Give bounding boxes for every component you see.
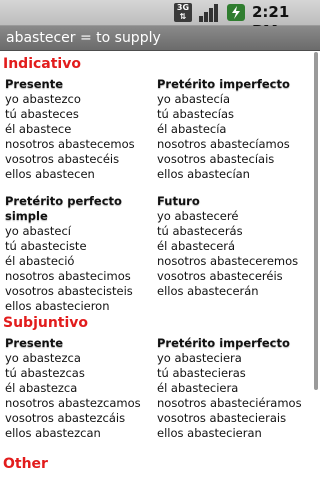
verb-form: nosotros abasteciéramos [157, 396, 302, 410]
verb-form: tú abastecieras [157, 366, 246, 380]
tense-title: Pretérito imperfecto [157, 77, 290, 91]
verb-form: tú abasteciste [5, 239, 87, 253]
tense-block: Futuro yo abasteceré tú abastecerás él a… [157, 194, 314, 299]
tense-block: Pretérito imperfecto yo abasteciera tú a… [157, 336, 314, 441]
verb-form: yo abastezca [5, 351, 81, 365]
status-bar: 3G ⇅ 2:21 PM [0, 0, 320, 40]
verb-form: yo abastecí [5, 224, 71, 238]
verb-form: él abastecerá [157, 239, 236, 253]
tense-title: Pretérito perfecto simple [5, 194, 122, 223]
tense-title: Pretérito imperfecto [157, 336, 290, 350]
verb-form: ellos abastecían [157, 167, 250, 181]
tense-title: Futuro [157, 194, 200, 208]
verb-form: vosotros abastecierais [157, 411, 287, 425]
section-other: Other [3, 456, 48, 472]
verb-form: tú abastezcas [5, 366, 85, 380]
verb-form: ellos abastezcan [5, 426, 101, 440]
verb-form: tú abastecías [157, 107, 234, 121]
signal-icon [199, 4, 218, 22]
verb-form: él abasteciera [157, 381, 239, 395]
verb-form: vosotros abasteceréis [157, 269, 283, 283]
verb-form: vosotros abastezcáis [5, 411, 126, 425]
verb-form: vosotros abastecisteis [5, 284, 133, 298]
conjugation-list[interactable]: Indicativo Presente yo abastezco tú abas… [0, 51, 314, 480]
verb-form: nosotros abastecemos [5, 137, 135, 151]
tense-block: Presente yo abastezco tú abasteces él ab… [5, 77, 163, 182]
verb-form: ellos abastecerán [157, 284, 259, 298]
verb-form: vosotros abastecíais [157, 152, 275, 166]
verb-form: ellos abastecieran [157, 426, 262, 440]
tense-title: Presente [5, 336, 64, 350]
page-title: abastecer = to supply [6, 30, 161, 46]
section-indicativo: Indicativo [3, 56, 81, 72]
network-3g-icon: 3G ⇅ [174, 3, 192, 22]
verb-form: yo abastecía [157, 92, 231, 106]
verb-form: él abastezca [5, 381, 78, 395]
verb-form: él abastece [5, 122, 72, 136]
verb-form: yo abastezco [5, 92, 81, 106]
tense-block: Pretérito imperfecto yo abastecía tú aba… [157, 77, 314, 182]
verb-form: tú abasteces [5, 107, 79, 121]
battery-icon [227, 4, 245, 21]
verb-form: vosotros abastecéis [5, 152, 120, 166]
verb-form: ellos abastecieron [5, 299, 110, 313]
verb-form: tú abastecerás [157, 224, 243, 238]
scrollbar[interactable] [314, 52, 318, 390]
section-subjuntivo: Subjuntivo [3, 315, 89, 331]
verb-form: nosotros abastezcamos [5, 396, 141, 410]
tense-block: Presente yo abastezca tú abastezcas él a… [5, 336, 163, 441]
verb-form: ellos abastecen [5, 167, 95, 181]
verb-form: nosotros abastecimos [5, 269, 131, 283]
tense-block: Pretérito perfecto simple yo abastecí tú… [5, 194, 163, 314]
tense-title: Presente [5, 77, 64, 91]
network-label: 3G [176, 3, 190, 12]
verb-form: nosotros abasteceremos [157, 254, 299, 268]
network-arrows: ⇅ [179, 12, 187, 21]
title-bar: abastecer = to supply [0, 26, 320, 51]
verb-form: nosotros abastecíamos [157, 137, 290, 151]
verb-form: él abasteció [5, 254, 75, 268]
verb-form: yo abasteceré [157, 209, 239, 223]
verb-form: yo abasteciera [157, 351, 242, 365]
verb-form: él abastecía [157, 122, 227, 136]
